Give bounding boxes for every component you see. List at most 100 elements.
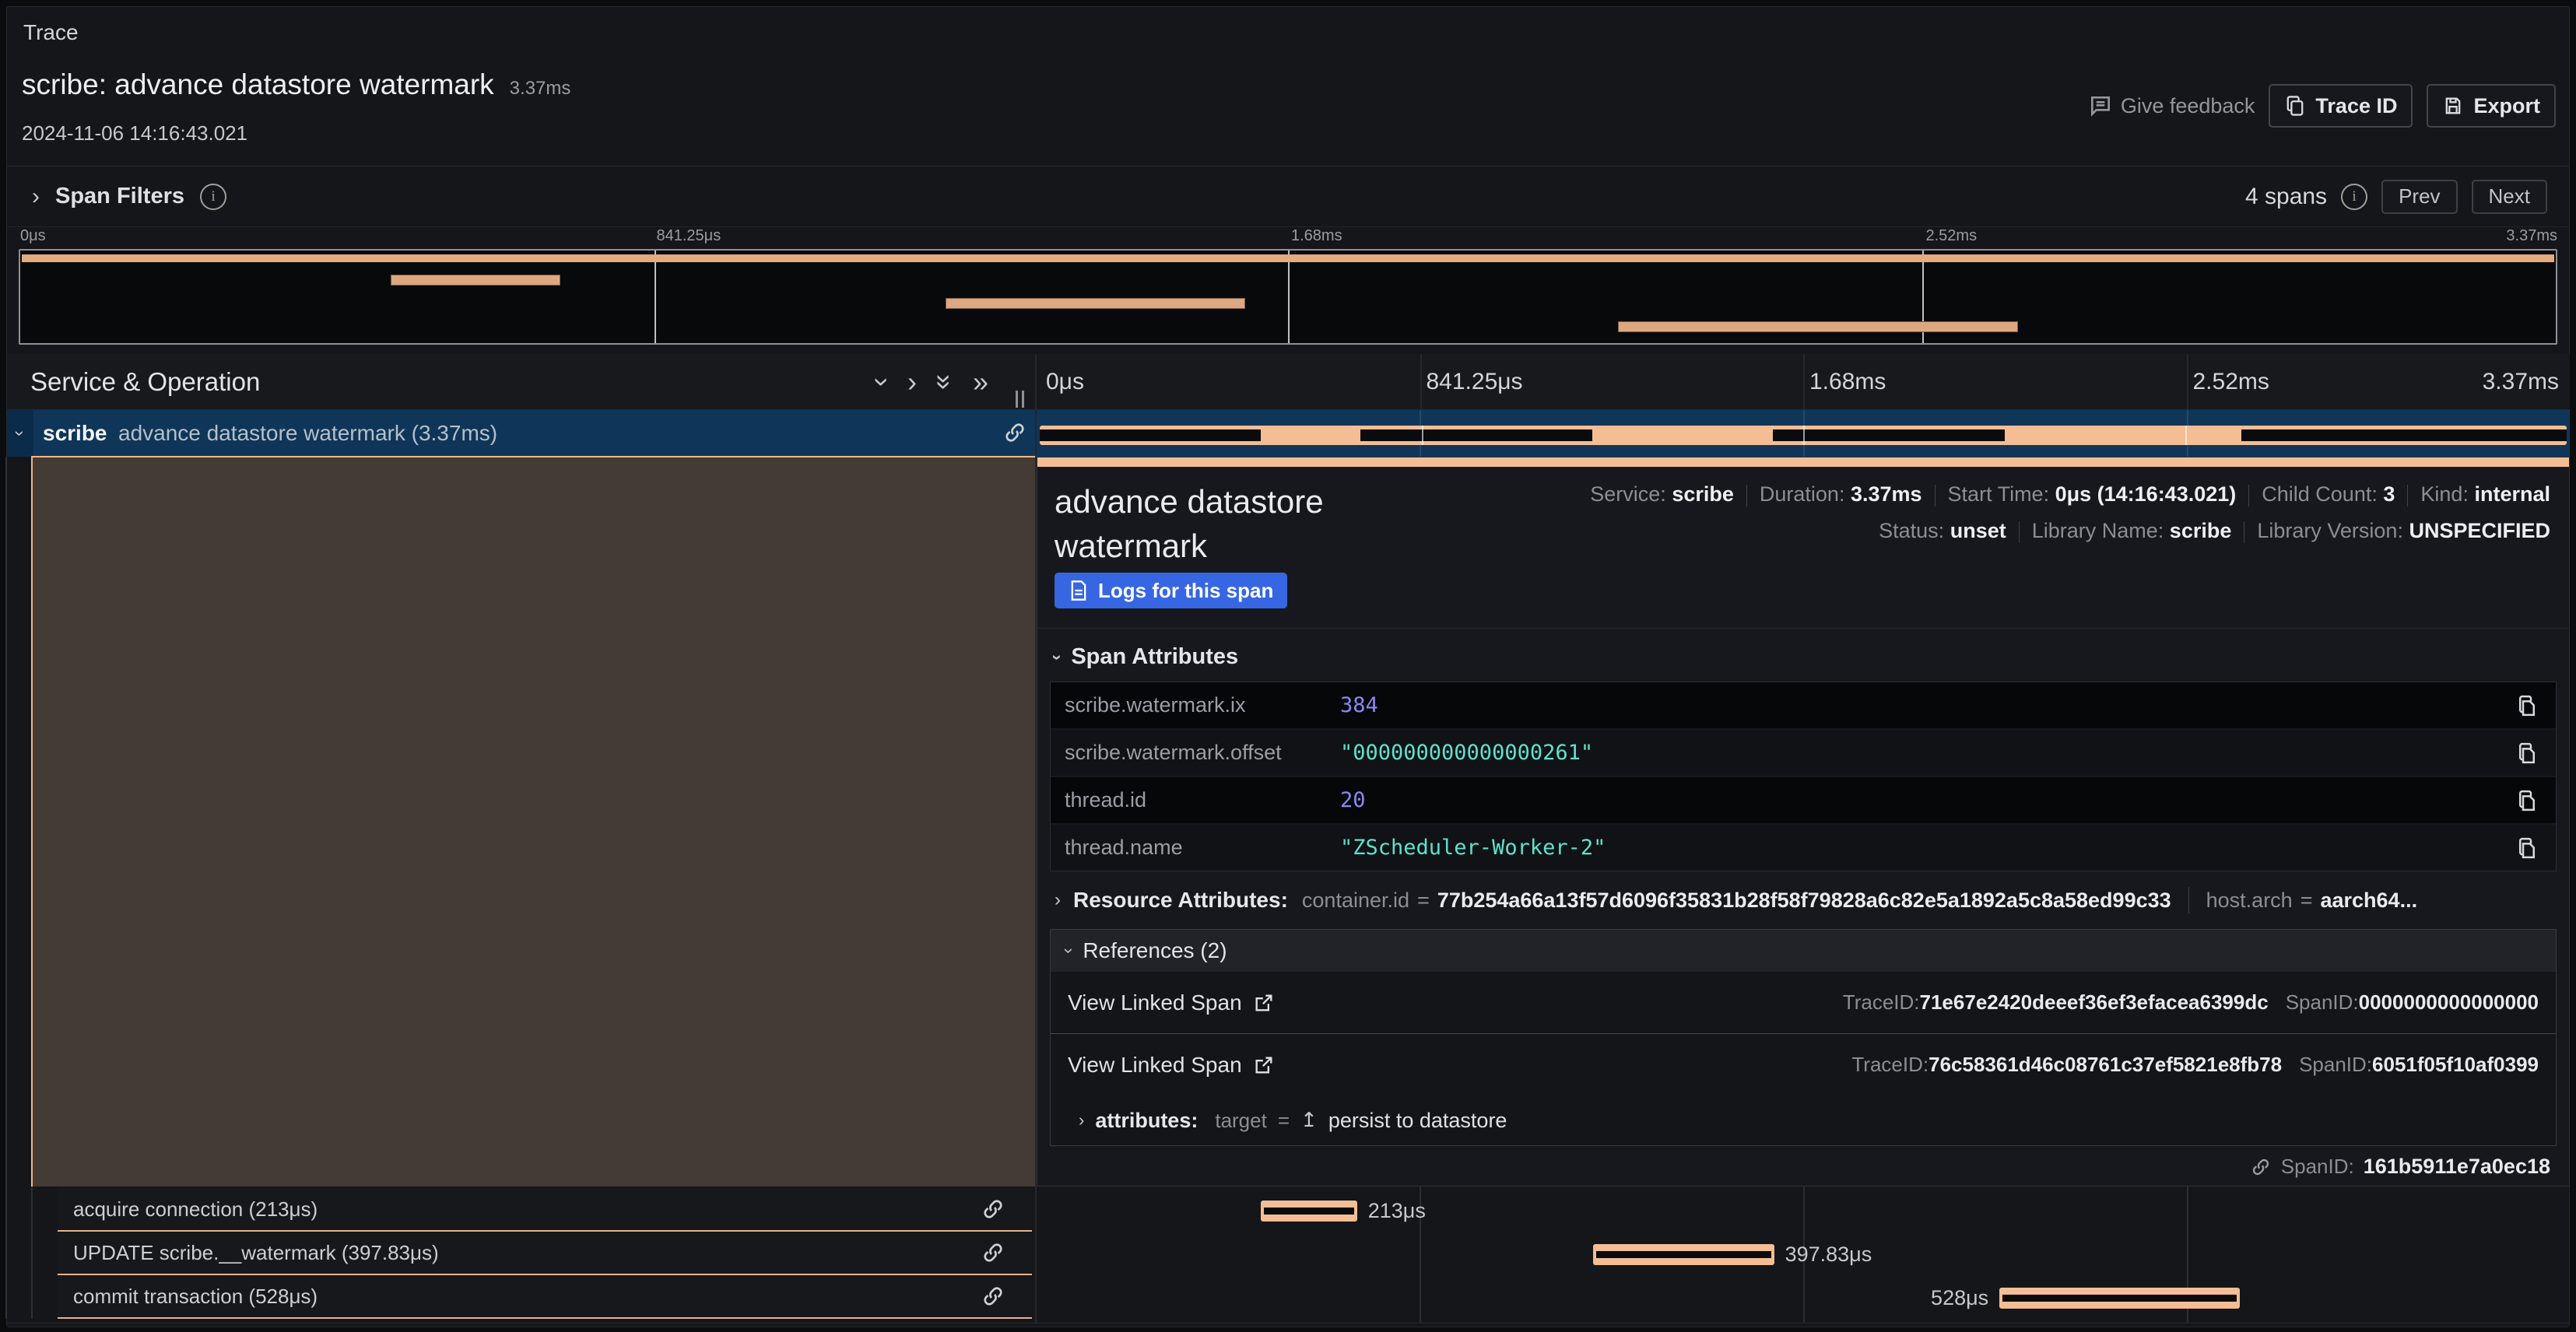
- span-link-icon[interactable]: [981, 1197, 1005, 1222]
- child-span-bar[interactable]: [1261, 1201, 1357, 1222]
- span-link-icon[interactable]: [981, 1284, 1005, 1309]
- give-feedback-button[interactable]: Give feedback: [2088, 93, 2255, 118]
- axis-tick: 841.25μs: [657, 227, 721, 245]
- info-icon[interactable]: i: [2341, 184, 2367, 210]
- bar-gridline: [2185, 426, 2187, 445]
- drawer-accent-band: [1037, 457, 2569, 467]
- service-operation-header: Service & Operation › › » »: [7, 354, 1035, 410]
- logs-for-span-button[interactable]: Logs for this span: [1055, 573, 1287, 608]
- chevron-right-icon: ›: [32, 184, 40, 210]
- reference-ids: TraceID:71e67e2420deeef36ef3efacea6399dc…: [1843, 990, 2539, 1015]
- child-self-segment: [2002, 1295, 2237, 1302]
- child-span-bar[interactable]: [1999, 1288, 2240, 1309]
- expand-deep-icon[interactable]: »: [973, 368, 988, 396]
- root-self-segment: [1040, 429, 1261, 441]
- span-meta-line1: Service: scribeDuration: 3.37msStart Tim…: [1590, 476, 2550, 513]
- span-filters-toggle[interactable]: › Span Filters i: [32, 166, 226, 226]
- minimap-span-bar: [1618, 321, 2019, 332]
- prev-span-button[interactable]: Prev: [2381, 180, 2457, 214]
- child-span-list: acquire connection (213μs) UPDATE scribe…: [58, 1188, 1032, 1319]
- span-duration-label: 528μs: [1931, 1288, 1988, 1309]
- info-icon[interactable]: i: [200, 184, 226, 210]
- attribute-row: scribe.watermark.offset "000000000000000…: [1051, 730, 2556, 776]
- attribute-row: thread.name "ZScheduler-Worker-2": [1051, 825, 2556, 871]
- copy-icon[interactable]: [2515, 787, 2539, 814]
- copy-icon: [2284, 94, 2306, 117]
- tree-indent-guide: [5, 457, 7, 1319]
- axis-tick: 2.52ms: [2193, 369, 2269, 395]
- chevron-down-icon: ›: [1049, 654, 1066, 660]
- chevron-right-icon: ›: [1055, 891, 1061, 910]
- export-button[interactable]: Export: [2427, 84, 2556, 128]
- attribute-row: scribe.watermark.ix 384: [1051, 682, 2556, 728]
- collapse-deep-icon[interactable]: »: [931, 373, 959, 389]
- timeline-axis: 0μs 841.25μs 1.68ms 2.52ms 3.37ms: [1037, 354, 2570, 410]
- root-span-bar[interactable]: [1040, 426, 2567, 445]
- minimap-root-bar: [22, 254, 2554, 262]
- divider: [2188, 887, 2189, 913]
- reference-row: View Linked Span TraceID:76c58361d46c087…: [1051, 1034, 2556, 1095]
- external-link-icon: [1253, 992, 1275, 1014]
- tree-controls: › › » »: [878, 368, 988, 396]
- span-filters-bar: › Span Filters i 4 spans i Prev Next: [7, 166, 2569, 227]
- span-link-icon[interactable]: [1002, 420, 1027, 445]
- span-count: 4 spans: [2245, 184, 2327, 210]
- copy-icon[interactable]: [2515, 740, 2539, 766]
- root-self-segment: [1360, 429, 1592, 441]
- chevron-right-icon: ›: [1079, 1112, 1084, 1129]
- copy-icon[interactable]: [2515, 692, 2539, 719]
- expand-all-icon[interactable]: ›: [907, 368, 917, 396]
- child-span-bar[interactable]: [1593, 1244, 1774, 1265]
- chevron-down-icon: ›: [1061, 948, 1078, 953]
- span-id-footer: SpanID: 161b5911e7a0ec18: [2250, 1155, 2550, 1179]
- minimap-span-bar: [946, 298, 1244, 309]
- minimap-box[interactable]: [19, 249, 2557, 345]
- save-icon: [2442, 95, 2464, 117]
- collapse-all-icon[interactable]: ›: [869, 377, 897, 387]
- axis-gridline: [1803, 354, 1805, 409]
- copy-icon[interactable]: [2515, 835, 2539, 861]
- axis-tick: 1.68ms: [1809, 369, 1886, 395]
- references-header[interactable]: › References (2): [1051, 930, 2556, 972]
- service-operation-title: Service & Operation: [30, 367, 260, 397]
- attribute-row: thread.id 20: [1051, 777, 2556, 823]
- span-navigation: 4 spans i Prev Next: [2245, 166, 2547, 226]
- child-span-row[interactable]: commit transaction (528μs): [58, 1275, 1032, 1319]
- root-collapse-cell[interactable]: ›: [7, 410, 33, 457]
- span-link-icon[interactable]: [981, 1240, 1005, 1265]
- minimap-gridline: [1288, 251, 1290, 343]
- panel-resize-handle[interactable]: [1016, 391, 1024, 408]
- view-linked-span-link[interactable]: View Linked Span: [1068, 990, 1275, 1015]
- reference-ids: TraceID:76c58361d46c08761c37ef5821e8fb78…: [1851, 1053, 2539, 1077]
- attribute-type-icon: ↥: [1300, 1109, 1318, 1132]
- minimap-span-bar: [391, 275, 560, 286]
- span-attributes-header[interactable]: › Span Attributes: [1055, 644, 1238, 670]
- bar-gridline: [1803, 426, 1805, 445]
- breadcrumb: Trace: [23, 20, 79, 45]
- child-span-row[interactable]: acquire connection (213μs): [58, 1188, 1032, 1232]
- span-detail-drawer: advance datastore watermark Service: scr…: [1037, 457, 2570, 1187]
- axis-gridline: [2187, 354, 2188, 409]
- reference-attributes-row[interactable]: › attributes: target = ↥ persist to data…: [1051, 1095, 2556, 1145]
- page-title: scribe: advance datastore watermark: [22, 68, 494, 101]
- axis-tick: 841.25μs: [1427, 369, 1523, 395]
- resource-attributes-row[interactable]: › Resource Attributes: container.id = 77…: [1055, 887, 2417, 913]
- reference-row: View Linked Span TraceID:71e67e2420deeef…: [1051, 972, 2556, 1034]
- axis-tick: 0μs: [1046, 369, 1084, 395]
- root-self-segment: [1773, 429, 2005, 441]
- span-id-value: 161b5911e7a0ec18: [2364, 1155, 2550, 1179]
- trace-id-button[interactable]: Trace ID: [2269, 84, 2413, 128]
- next-span-button[interactable]: Next: [2472, 180, 2547, 214]
- chevron-down-icon: ›: [12, 430, 29, 436]
- span-duration-label: 397.83μs: [1785, 1244, 1872, 1265]
- minimap-axis: 0μs 841.25μs 1.68ms 2.52ms 3.37ms: [19, 227, 2557, 246]
- axis-gridline: [1420, 354, 1422, 409]
- span-meta: Service: scribeDuration: 3.37msStart Tim…: [1590, 476, 2550, 549]
- span-meta-line2: Status: unsetLibrary Name: scribeLibrary…: [1590, 513, 2550, 549]
- view-linked-span-link[interactable]: View Linked Span: [1068, 1053, 1275, 1078]
- child-span-row[interactable]: UPDATE scribe.__watermark (397.83μs): [58, 1232, 1032, 1275]
- span-duration-label: 213μs: [1368, 1201, 1426, 1222]
- axis-tick: 3.37ms: [2506, 227, 2557, 245]
- expanded-span-region: [31, 456, 1035, 1187]
- minimap-gridline: [655, 251, 656, 343]
